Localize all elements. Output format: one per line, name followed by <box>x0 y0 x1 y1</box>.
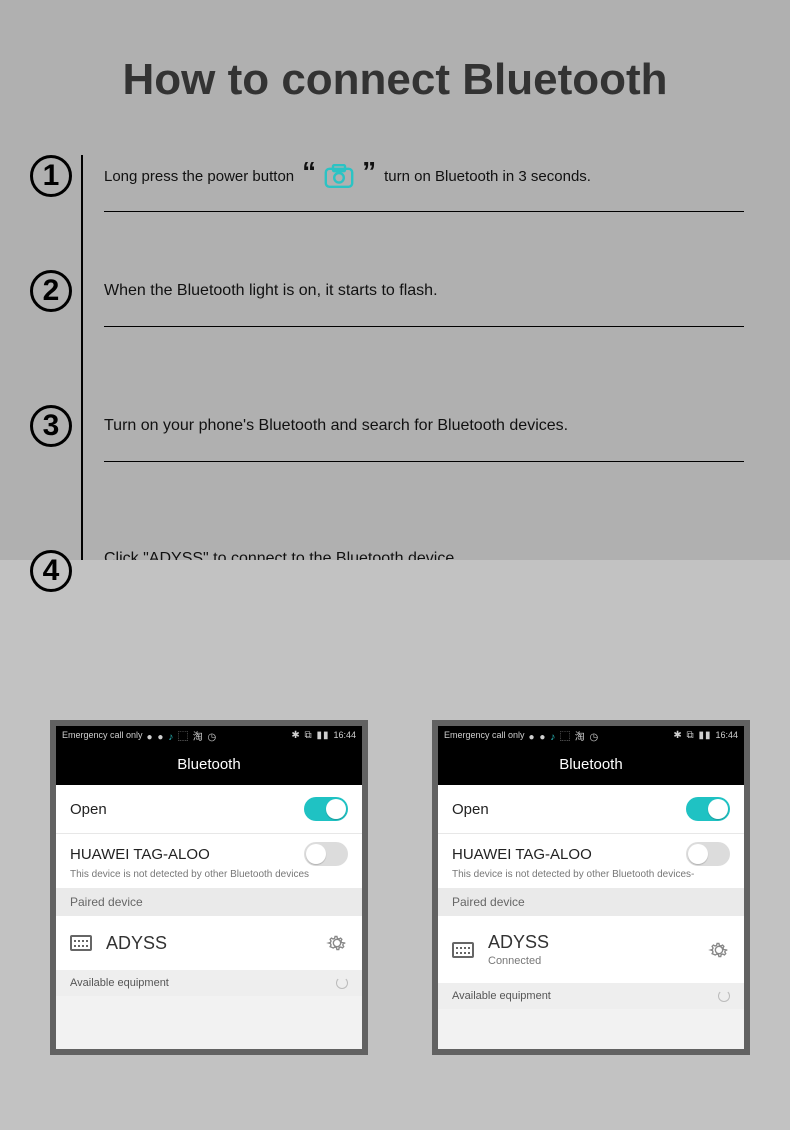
step-number-4: 4 <box>30 550 72 592</box>
page-title: How to connect Bluetooth <box>0 0 790 135</box>
status-network-label: Emergency call only <box>62 730 143 740</box>
divider <box>104 211 744 212</box>
device-name-label: HUAWEI TAG-ALOO <box>452 846 592 863</box>
paired-device-row[interactable]: ADYSS Connected <box>438 916 744 983</box>
paired-device-name: ADYSS <box>488 932 549 953</box>
available-section: Available equipment <box>56 970 362 996</box>
bluetooth-open-row: Open <box>56 785 362 833</box>
bluetooth-open-row: Open <box>438 785 744 833</box>
status-notification-icons: ● ● ♪ ⬚ 淘 ◷ <box>147 728 218 743</box>
step-1: 1 Long press the power button “ ” turn o… <box>30 155 760 212</box>
keyboard-icon <box>70 935 92 951</box>
visibility-toggle[interactable] <box>686 842 730 866</box>
step-3: 3 Turn on your phone's Bluetooth and sea… <box>30 405 744 462</box>
bluetooth-toggle[interactable] <box>304 797 348 821</box>
open-label: Open <box>452 801 489 818</box>
screen-title: Bluetooth <box>438 744 744 785</box>
status-notification-icons: ● ● ♪ ⬚ 淘 ◷ <box>529 728 600 743</box>
close-quote: ” <box>362 158 376 186</box>
phone-after: Emergency call only ● ● ♪ ⬚ 淘 ◷ ✱ ⧉ ▮▮ 1… <box>432 720 750 1055</box>
device-visibility-sub: This device is not detected by other Blu… <box>70 869 309 880</box>
status-system-icons: ✱ ⧉ ▮▮ <box>291 730 329 741</box>
step-number-2: 2 <box>30 270 72 312</box>
status-system-icons: ✱ ⧉ ▮▮ <box>673 730 711 741</box>
screen-title: Bluetooth <box>56 744 362 785</box>
open-label: Open <box>70 801 107 818</box>
status-network-label: Emergency call only <box>444 730 525 740</box>
status-bar: Emergency call only ● ● ♪ ⬚ 淘 ◷ ✱ ⧉ ▮▮ 1… <box>56 726 362 744</box>
status-bar: Emergency call only ● ● ♪ ⬚ 淘 ◷ ✱ ⧉ ▮▮ 1… <box>438 726 744 744</box>
paired-section-header: Paired device <box>56 888 362 916</box>
gear-icon[interactable] <box>326 932 348 954</box>
steps-container: 1 Long press the power button “ ” turn o… <box>30 155 760 212</box>
step-1-post-text: turn on Bluetooth in 3 seconds. <box>384 168 591 185</box>
camera-icon <box>324 164 354 188</box>
phone-before: Emergency call only ● ● ♪ ⬚ 淘 ◷ ✱ ⧉ ▮▮ 1… <box>50 720 368 1055</box>
paired-section-header: Paired device <box>438 888 744 916</box>
device-name-label: HUAWEI TAG-ALOO <box>70 846 210 863</box>
device-visibility-row: HUAWEI TAG-ALOO This device is not detec… <box>56 833 362 888</box>
status-time: 16:44 <box>333 730 356 740</box>
step-2-text: When the Bluetooth light is on, it start… <box>104 270 744 312</box>
divider <box>104 326 744 327</box>
step-3-text: Turn on your phone's Bluetooth and searc… <box>104 405 744 447</box>
empty-area <box>56 996 362 1049</box>
device-visibility-sub: This device is not detected by other Blu… <box>452 869 694 880</box>
empty-area <box>438 1009 744 1049</box>
visibility-toggle[interactable] <box>304 842 348 866</box>
step-2: 2 When the Bluetooth light is on, it sta… <box>30 270 744 327</box>
gear-icon[interactable] <box>708 939 730 961</box>
keyboard-icon <box>452 942 474 958</box>
step-number-3: 3 <box>30 405 72 447</box>
bluetooth-toggle[interactable] <box>686 797 730 821</box>
divider <box>104 461 744 462</box>
paired-device-row[interactable]: ADYSS <box>56 916 362 970</box>
step-number-1: 1 <box>30 155 72 197</box>
paired-device-status: Connected <box>488 955 549 967</box>
device-visibility-row: HUAWEI TAG-ALOO This device is not detec… <box>438 833 744 888</box>
available-section: Available equipment <box>438 983 744 1009</box>
loading-spinner-icon <box>336 977 348 989</box>
phone-screenshots: Emergency call only ● ● ♪ ⬚ 淘 ◷ ✱ ⧉ ▮▮ 1… <box>50 720 750 1055</box>
available-label: Available equipment <box>452 990 551 1002</box>
loading-spinner-icon <box>718 990 730 1002</box>
status-time: 16:44 <box>715 730 738 740</box>
open-quote: “ <box>302 158 316 186</box>
paired-device-name: ADYSS <box>106 933 167 954</box>
available-label: Available equipment <box>70 977 169 989</box>
step-1-pre-text: Long press the power button <box>104 168 294 185</box>
